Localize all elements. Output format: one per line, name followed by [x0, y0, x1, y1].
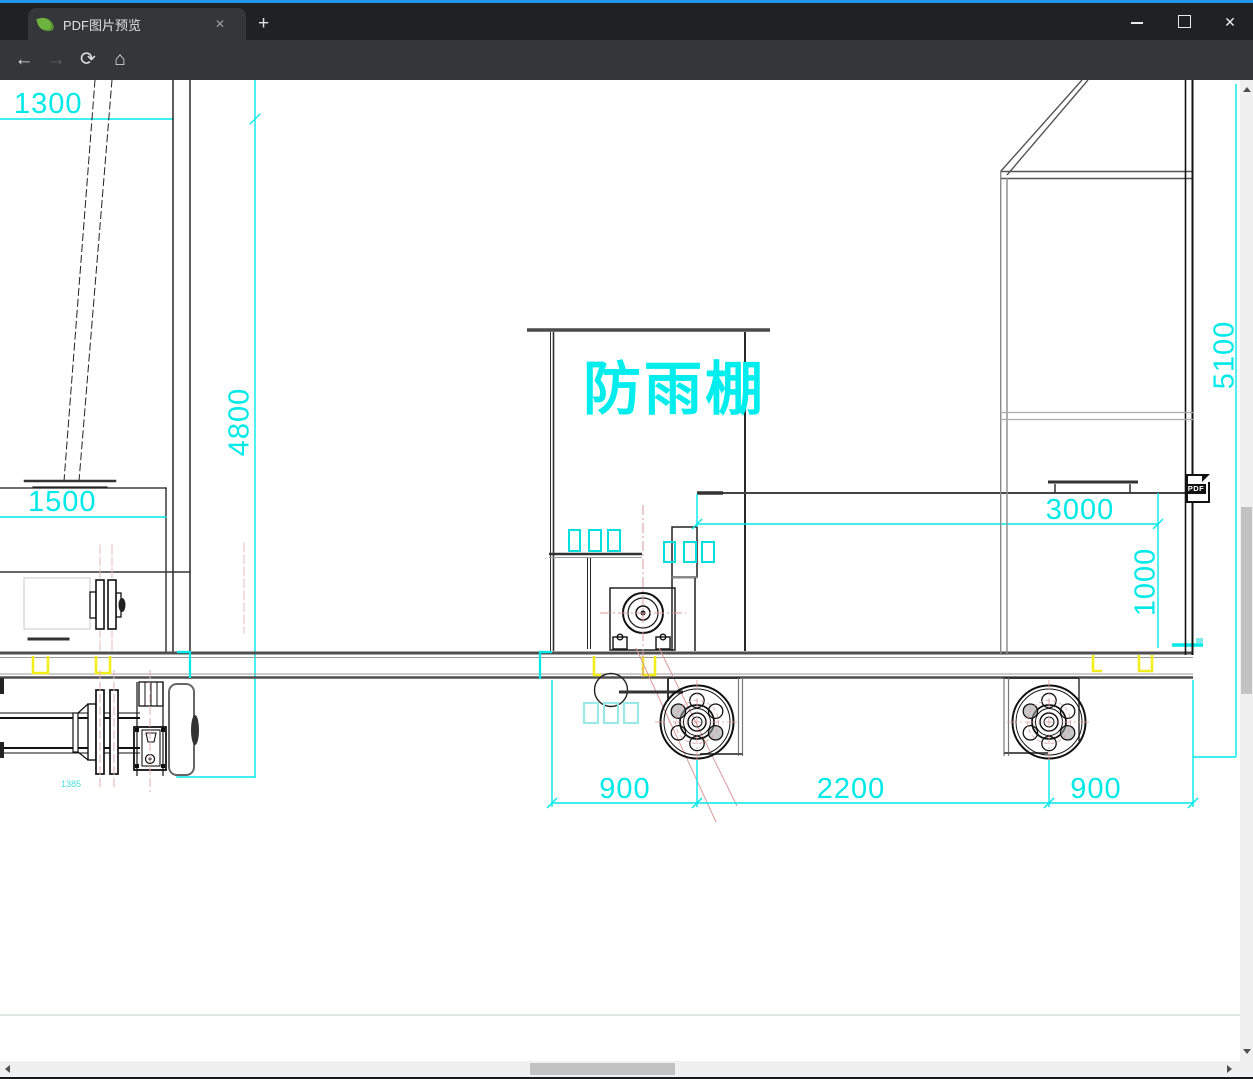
home-button[interactable]: ⌂	[106, 46, 134, 74]
canopy-label: 防雨棚	[583, 357, 767, 422]
browser-window: PDF图片预览 ✕ + ✕ ← → ⟳ ⌂ i localhost:8012/o…	[0, 0, 1253, 1079]
dwg-preview-page: 1300 4800 1500 1385 防雨棚 3000 1000 5100 9…	[0, 80, 1240, 1061]
left-axle-assembly	[0, 670, 199, 792]
right-view	[691, 80, 1237, 758]
spring-leaf-favicon	[36, 14, 55, 34]
vertical-scrollbar-thumb[interactable]	[1241, 507, 1252, 694]
tab-close-icon[interactable]: ✕	[215, 17, 225, 31]
new-tab-button[interactable]: +	[258, 14, 269, 33]
cad-drawing	[0, 80, 1240, 1016]
horizontal-scrollbar-thumb[interactable]	[530, 1063, 675, 1075]
dim-900-right: 900	[1070, 773, 1122, 805]
reload-button[interactable]: ⟳	[74, 46, 102, 74]
tab-strip: PDF图片预览 ✕ + ✕	[0, 3, 1253, 40]
pdf-badge: PDF	[1186, 484, 1206, 494]
forward-button[interactable]: →	[42, 46, 70, 74]
maximize-button[interactable]	[1169, 11, 1199, 33]
horizontal-scrollbar[interactable]	[0, 1061, 1240, 1077]
minimize-button[interactable]	[1122, 11, 1152, 33]
dim-1500: 1500	[28, 486, 97, 518]
minimize-icon	[1131, 22, 1143, 24]
dim-4800: 4800	[223, 387, 256, 457]
scroll-up-arrow-icon[interactable]	[1243, 87, 1251, 92]
dim-1385: 1385	[61, 779, 82, 789]
dim-900-left: 900	[599, 773, 651, 805]
pdf-download-widget[interactable]: PDF	[1186, 474, 1210, 503]
browser-toolbar: ← → ⟳ ⌂ i localhost:8012/onlinePreview?u…	[0, 40, 1253, 115]
dim-3000: 3000	[1045, 494, 1115, 526]
scrollbar-corner	[1240, 1061, 1253, 1077]
wheel-right	[1003, 677, 1091, 764]
back-button[interactable]: ←	[10, 46, 38, 74]
dim-2200: 2200	[816, 773, 886, 805]
tab-title: PDF图片预览	[63, 17, 142, 33]
vertical-scrollbar[interactable]	[1240, 80, 1253, 1061]
close-window-button[interactable]: ✕	[1215, 11, 1245, 33]
dim-5100: 5100	[1208, 320, 1241, 390]
maximize-icon	[1177, 15, 1191, 28]
platform-beams	[0, 650, 1193, 679]
scroll-right-arrow-icon[interactable]	[1227, 1065, 1232, 1073]
tab-pdf-preview[interactable]: PDF图片预览 ✕	[28, 8, 246, 40]
scroll-down-arrow-icon[interactable]	[1243, 1049, 1251, 1054]
scroll-left-arrow-icon[interactable]	[5, 1065, 10, 1073]
wheel-left	[582, 672, 744, 764]
dim-1300: 1300	[14, 88, 83, 120]
dim-1000: 1000	[1129, 547, 1162, 617]
